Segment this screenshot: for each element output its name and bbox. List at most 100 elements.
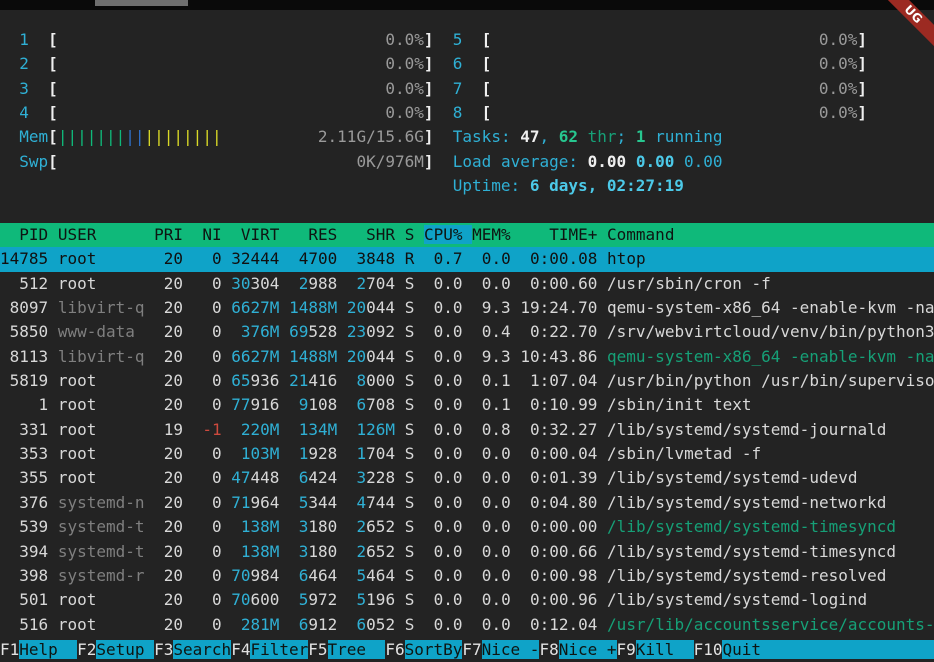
fnkey-f10-label[interactable]: Quit — [722, 640, 934, 659]
swap-meter-open: [ — [48, 152, 58, 171]
process-row[interactable]: 355 root 20 0 47448 6424 3228 S 0.0 0.0 … — [0, 466, 934, 490]
process-row[interactable]: 353 root 20 0 103M 1928 1704 S 0.0 0.0 0… — [0, 442, 934, 466]
nice-cell: 0 — [193, 590, 222, 609]
virt-cell: 32 — [231, 249, 250, 268]
time-cell: 0:00.96 — [520, 590, 597, 609]
fnkey-f2-key[interactable]: F2 — [77, 640, 96, 659]
fnkey-f1-key[interactable]: F1 — [0, 640, 19, 659]
cpu-8-meter-open: [ — [482, 103, 492, 122]
state-cell: S — [405, 517, 415, 536]
process-row[interactable]: 1 root 20 0 77916 9108 6708 S 0.0 0.1 0:… — [0, 393, 934, 417]
user-cell: root — [58, 420, 145, 439]
pid-cell: 516 — [0, 615, 48, 634]
res-cell: 6 — [299, 468, 309, 487]
command-cell: /lib/systemd/systemd-resolved — [607, 566, 886, 585]
user-cell: root — [58, 590, 145, 609]
shr-cell: 2 — [357, 274, 367, 293]
user-cell: www-data — [58, 322, 145, 341]
process-row[interactable]: 331 root 19 -1 220M 134M 126M S 0.0 0.8 … — [0, 418, 934, 442]
fnkey-f9-key[interactable]: F9 — [617, 640, 636, 659]
column-header-cmd[interactable]: Command — [607, 225, 674, 244]
nice-cell: -1 — [193, 420, 222, 439]
time-cell: 19:24.70 — [520, 298, 597, 317]
fnkey-f10-key[interactable]: F10 — [694, 640, 723, 659]
process-row[interactable]: 5819 root 20 0 65936 21416 8000 S 0.0 0.… — [0, 369, 934, 393]
process-row[interactable]: 398 systemd-r 20 0 70984 6464 5464 S 0.0… — [0, 564, 934, 588]
fnkey-f7-key[interactable]: F7 — [462, 640, 481, 659]
pid-cell: 331 — [0, 420, 48, 439]
process-row[interactable]: 5850 www-data 20 0 376M 69528 23092 S 0.… — [0, 320, 934, 344]
fnkey-f3-label[interactable]: Search — [173, 640, 231, 659]
fnkey-f8-key[interactable]: F8 — [539, 640, 558, 659]
process-row[interactable]: 14785 root 20 0 32444 4700 3848 R 0.7 0.… — [0, 247, 934, 271]
cpu-5-meter-open: [ — [482, 30, 492, 49]
column-header-s[interactable]: S — [405, 225, 415, 244]
fnkey-f2-label[interactable]: Setup — [96, 640, 154, 659]
cpu-7-meter-open: [ — [482, 79, 492, 98]
res-cell: 3 — [299, 517, 309, 536]
process-row[interactable]: 539 systemd-t 20 0 138M 3180 2652 S 0.0 … — [0, 515, 934, 539]
threads-count: 62 — [559, 127, 578, 146]
mem-buffer-pipes: || — [125, 127, 144, 146]
htop-content: 1 [ 0.0%] 5 [ 0.0%] 2 [ 0.0%] 6 [ 0.0%] … — [0, 10, 934, 637]
priority-cell: 20 — [154, 542, 183, 561]
nice-cell: 0 — [193, 371, 222, 390]
column-header-cpu[interactable]: CPU% — [424, 225, 472, 244]
column-header-virt[interactable]: VIRT — [231, 225, 279, 244]
fnkey-f5-label[interactable]: Tree — [328, 640, 386, 659]
fnkey-f1-label[interactable]: Help — [19, 640, 77, 659]
cpu-4-meter-close: ] — [424, 103, 434, 122]
uptime-label: Uptime: — [453, 176, 530, 195]
process-row[interactable]: 8097 libvirt-q 20 0 6627M 1488M 20044 S … — [0, 296, 934, 320]
process-row[interactable]: 516 root 20 0 281M 6912 6052 S 0.0 0.0 0… — [0, 613, 934, 637]
process-row[interactable]: 394 systemd-t 20 0 138M 3180 2652 S 0.0 … — [0, 540, 934, 564]
fnkey-f3-key[interactable]: F3 — [154, 640, 173, 659]
priority-cell: 20 — [154, 468, 183, 487]
column-header-ni[interactable]: NI — [193, 225, 222, 244]
fnkey-f8-label[interactable]: Nice + — [559, 640, 617, 659]
uptime-value: 6 days, 02:27:19 — [530, 176, 684, 195]
column-header-time[interactable]: TIME+ — [520, 225, 597, 244]
state-cell: S — [405, 468, 415, 487]
cpu-meter-row: 4 [ 0.0%] 8 [ 0.0%] — [0, 101, 934, 125]
fnkey-f7-label[interactable]: Nice - — [482, 640, 540, 659]
fnkey-f9-label[interactable]: Kill — [636, 640, 694, 659]
fnkey-f4-key[interactable]: F4 — [231, 640, 250, 659]
time-cell: 0:00.60 — [520, 274, 597, 293]
state-cell: S — [405, 395, 415, 414]
pid-cell: 8097 — [0, 298, 48, 317]
cpu-pct-cell: 0.0 — [424, 590, 463, 609]
column-header-pid[interactable]: PID — [0, 225, 48, 244]
cpu-pct-cell: 0.0 — [424, 395, 463, 414]
meters-section: 1 [ 0.0%] 5 [ 0.0%] 2 [ 0.0%] 6 [ 0.0%] … — [0, 28, 934, 223]
priority-cell: 20 — [154, 371, 183, 390]
priority-cell: 20 — [154, 590, 183, 609]
virt-cell: 103M — [241, 444, 280, 463]
fnkey-f5-key[interactable]: F5 — [308, 640, 327, 659]
mem-pct-cell: 0.0 — [472, 517, 511, 536]
column-header-mem[interactable]: MEM% — [472, 225, 511, 244]
process-row[interactable]: 376 systemd-n 20 0 71964 5344 4744 S 0.0… — [0, 491, 934, 515]
pid-cell: 394 — [0, 542, 48, 561]
process-row[interactable]: 501 root 20 0 70600 5972 5196 S 0.0 0.0 … — [0, 588, 934, 612]
process-row[interactable]: 8113 libvirt-q 20 0 6627M 1488M 20044 S … — [0, 345, 934, 369]
fnkey-f4-label[interactable]: Filter — [250, 640, 308, 659]
fnkey-f6-key[interactable]: F6 — [385, 640, 404, 659]
process-row[interactable]: 512 root 20 0 30304 2988 2704 S 0.0 0.0 … — [0, 272, 934, 296]
shr-cell: 3 — [357, 249, 367, 268]
tasks-label: Tasks: — [453, 127, 520, 146]
nice-cell: 0 — [193, 566, 222, 585]
spacer-row — [0, 199, 934, 223]
fnkey-f6-label[interactable]: SortBy — [405, 640, 463, 659]
virt-cell: 6627M — [231, 298, 279, 317]
cpu-pct-cell: 0.0 — [424, 444, 463, 463]
column-header-shr[interactable]: SHR — [347, 225, 395, 244]
column-header-pri[interactable]: PRI — [154, 225, 183, 244]
virt-cell: 71 — [231, 493, 250, 512]
state-cell: S — [405, 347, 415, 366]
cpu-7-value: 0.0% — [819, 79, 858, 98]
cpu-5-value: 0.0% — [819, 30, 858, 49]
column-header-res[interactable]: RES — [289, 225, 337, 244]
column-header-user[interactable]: USER — [58, 225, 145, 244]
res-cell: 2 — [299, 274, 309, 293]
